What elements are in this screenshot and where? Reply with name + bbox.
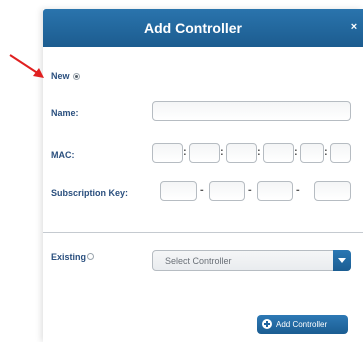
existing-radio[interactable] [87,253,94,260]
close-icon[interactable]: × [345,18,363,36]
mac-separator: : [220,146,224,158]
controller-select[interactable]: Select Controller [152,250,351,271]
mac-octet-5-input[interactable] [300,143,324,163]
section-divider [43,232,363,233]
subscription-key-part-3-input[interactable] [257,181,293,201]
mac-octet-6-input[interactable] [330,143,351,163]
existing-radio-label[interactable]: Existing [51,252,86,262]
add-controller-dialog [43,9,363,342]
plus-icon [262,319,272,329]
subscription-key-part-4-input[interactable] [314,181,351,201]
new-radio[interactable] [73,73,80,80]
subscription-key-label: Subscription Key: [51,188,129,198]
mac-octet-2-input[interactable] [189,143,220,163]
mac-octet-3-input[interactable] [226,143,257,163]
mac-separator: : [183,146,187,158]
add-controller-button[interactable]: Add Controller [257,315,348,334]
subscription-key-separator: - [200,184,204,196]
mac-label: MAC: [51,150,75,160]
mac-separator: : [257,146,261,158]
mac-octet-4-input[interactable] [263,143,294,163]
chevron-down-icon[interactable] [333,250,351,271]
add-controller-button-label: Add Controller [276,320,328,329]
subscription-key-separator: - [248,184,252,196]
new-radio-label[interactable]: New [51,71,70,81]
mac-separator: : [324,146,328,158]
dialog-titlebar: Add Controller × [43,9,363,47]
controller-select-value: Select Controller [165,256,232,266]
name-label: Name: [51,108,79,118]
name-input[interactable] [152,101,351,121]
subscription-key-part-2-input[interactable] [209,181,245,201]
mac-octet-1-input[interactable] [152,143,183,163]
subscription-key-part-1-input[interactable] [160,181,197,201]
subscription-key-separator: - [296,184,300,196]
red-arrow-annotation [9,54,44,78]
mac-separator: : [294,146,298,158]
dialog-title: Add Controller [144,20,242,36]
